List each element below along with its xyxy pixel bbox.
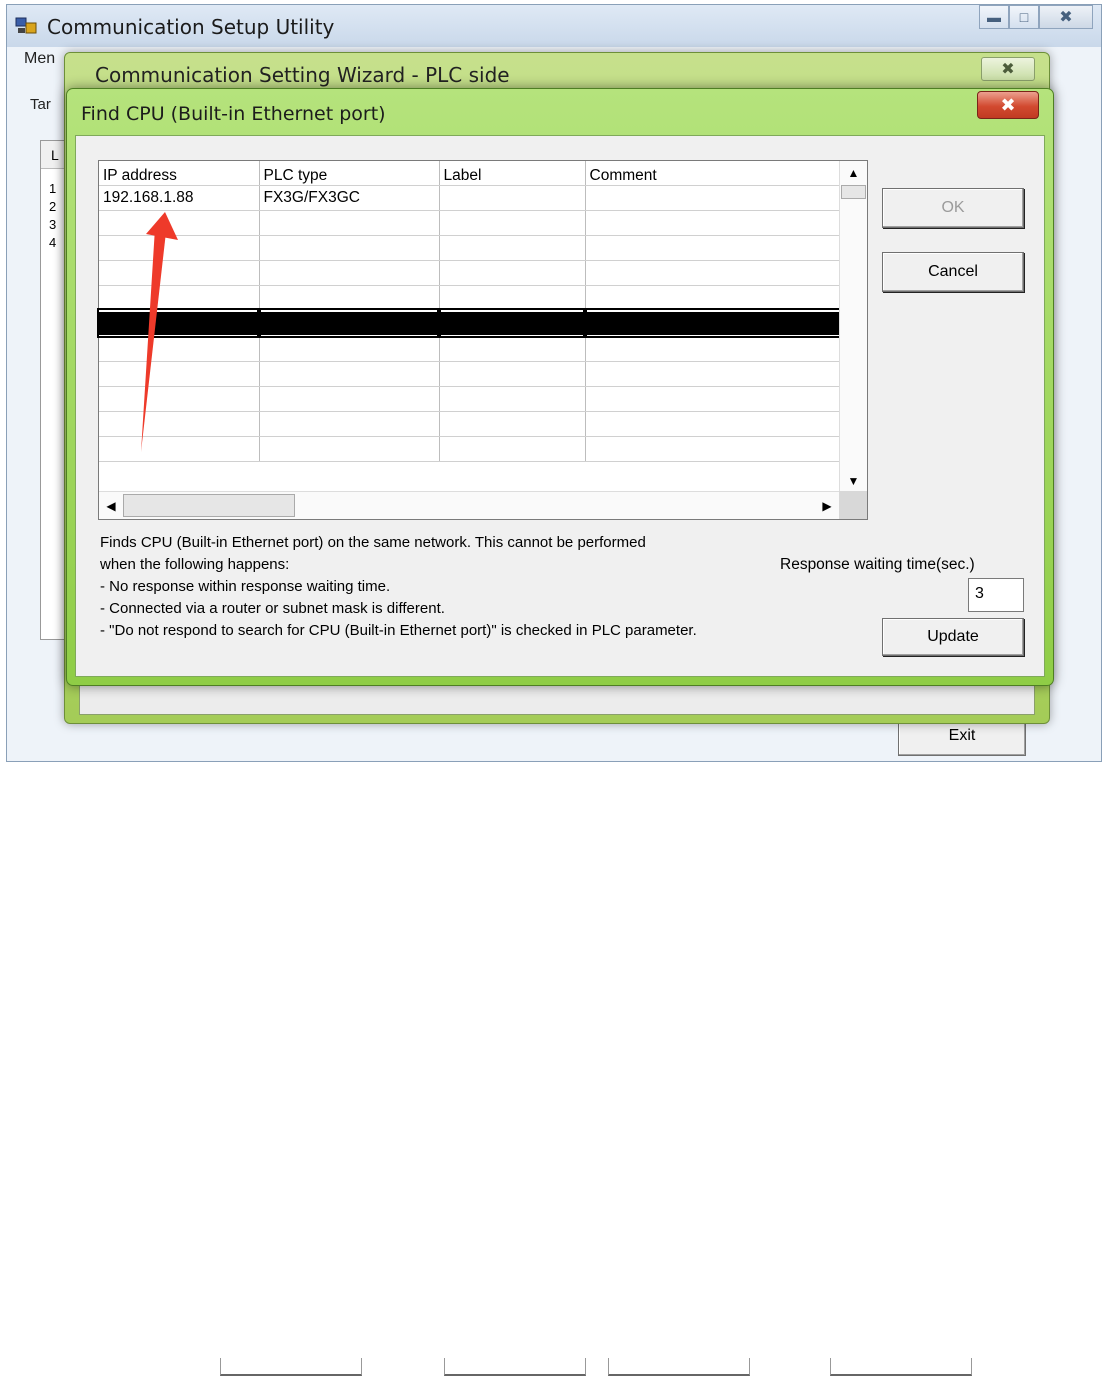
column-header-plc-type[interactable]: PLC type <box>259 161 440 186</box>
cpu-table: IP address PLC type Label Comment 192.16… <box>97 161 841 462</box>
table-row[interactable]: 192.168.1.88 FX3G/FX3GC <box>99 185 840 211</box>
table-row-selected[interactable] <box>97 308 841 338</box>
caption-buttons: ▬ □ ✖ <box>979 5 1093 29</box>
table-row[interactable] <box>99 336 840 362</box>
table-row[interactable] <box>99 436 840 462</box>
wizard-button[interactable] <box>608 1358 750 1376</box>
table-row[interactable] <box>99 260 840 286</box>
info-line: when the following happens: <box>100 556 290 573</box>
info-line: Finds CPU (Built-in Ethernet port) on th… <box>100 534 646 551</box>
cell-ip: 192.168.1.88 <box>99 185 260 211</box>
main-titlebar: Communication Setup Utility ▬ □ ✖ <box>7 5 1101 47</box>
dialog-title: Find CPU (Built-in Ethernet port) <box>81 103 386 125</box>
maximize-icon[interactable]: □ <box>1009 5 1039 29</box>
find-cpu-dialog: Find CPU (Built-in Ethernet port) ✖ IP a… <box>66 88 1054 686</box>
response-time-label: Response waiting time(sec.) <box>780 556 975 573</box>
horizontal-scrollbar[interactable]: ◀ ▶ <box>99 491 839 519</box>
wizard-button[interactable] <box>220 1358 362 1376</box>
column-header-label[interactable]: Label <box>439 161 586 186</box>
column-header-ip[interactable]: IP address <box>99 161 260 186</box>
cell-plc-type: FX3G/FX3GC <box>259 185 440 211</box>
table-row[interactable] <box>99 285 840 311</box>
scroll-down-icon[interactable]: ▼ <box>840 469 867 493</box>
wizard-title: Communication Setting Wizard - PLC side <box>95 63 510 87</box>
tab-target[interactable]: Tar <box>30 96 51 113</box>
info-text: Finds CPU (Built-in Ethernet port) on th… <box>100 532 697 642</box>
scrollbar-corner <box>839 491 867 519</box>
scroll-left-icon[interactable]: ◀ <box>99 492 123 519</box>
update-button[interactable]: Update <box>882 618 1024 656</box>
minimize-icon[interactable]: ▬ <box>979 5 1009 29</box>
list-item[interactable]: 4 <box>49 235 56 250</box>
info-line: - "Do not respond to search for CPU (Bui… <box>100 622 697 639</box>
scroll-up-icon[interactable]: ▲ <box>840 161 867 185</box>
cell-label <box>439 185 586 211</box>
cpu-result-grid[interactable]: IP address PLC type Label Comment 192.16… <box>97 160 868 520</box>
list-item[interactable]: 2 <box>49 199 56 214</box>
table-row[interactable] <box>99 411 840 437</box>
vertical-scrollbar[interactable]: ▲ ▼ <box>839 161 867 493</box>
column-header-comment[interactable]: Comment <box>585 161 840 186</box>
main-window-title: Communication Setup Utility <box>47 15 335 39</box>
close-icon[interactable]: ✖ <box>1039 5 1093 29</box>
table-row[interactable] <box>99 210 840 236</box>
list-item[interactable]: 1 <box>49 181 56 196</box>
list-item[interactable]: 3 <box>49 217 56 232</box>
vertical-scroll-thumb[interactable] <box>841 185 866 199</box>
cell-comment <box>585 185 840 211</box>
info-line: - No response within response waiting ti… <box>100 578 391 595</box>
scroll-right-icon[interactable]: ▶ <box>815 492 839 519</box>
network-computer-icon <box>15 17 37 34</box>
table-row[interactable] <box>99 235 840 261</box>
horizontal-scroll-thumb[interactable] <box>123 494 295 517</box>
wizard-button[interactable] <box>830 1358 972 1376</box>
info-line: - Connected via a router or subnet mask … <box>100 600 445 617</box>
close-icon[interactable]: ✖ <box>977 91 1039 119</box>
table-row[interactable] <box>99 386 840 412</box>
dialog-body: IP address PLC type Label Comment 192.16… <box>75 135 1045 677</box>
menu-label[interactable]: Men <box>24 50 55 68</box>
close-icon[interactable]: ✖ <box>981 57 1035 81</box>
wizard-button[interactable] <box>444 1358 586 1376</box>
ok-button[interactable]: OK <box>882 188 1024 228</box>
cancel-button[interactable]: Cancel <box>882 252 1024 292</box>
response-time-input[interactable]: 3 <box>968 578 1024 612</box>
table-row[interactable] <box>99 361 840 387</box>
